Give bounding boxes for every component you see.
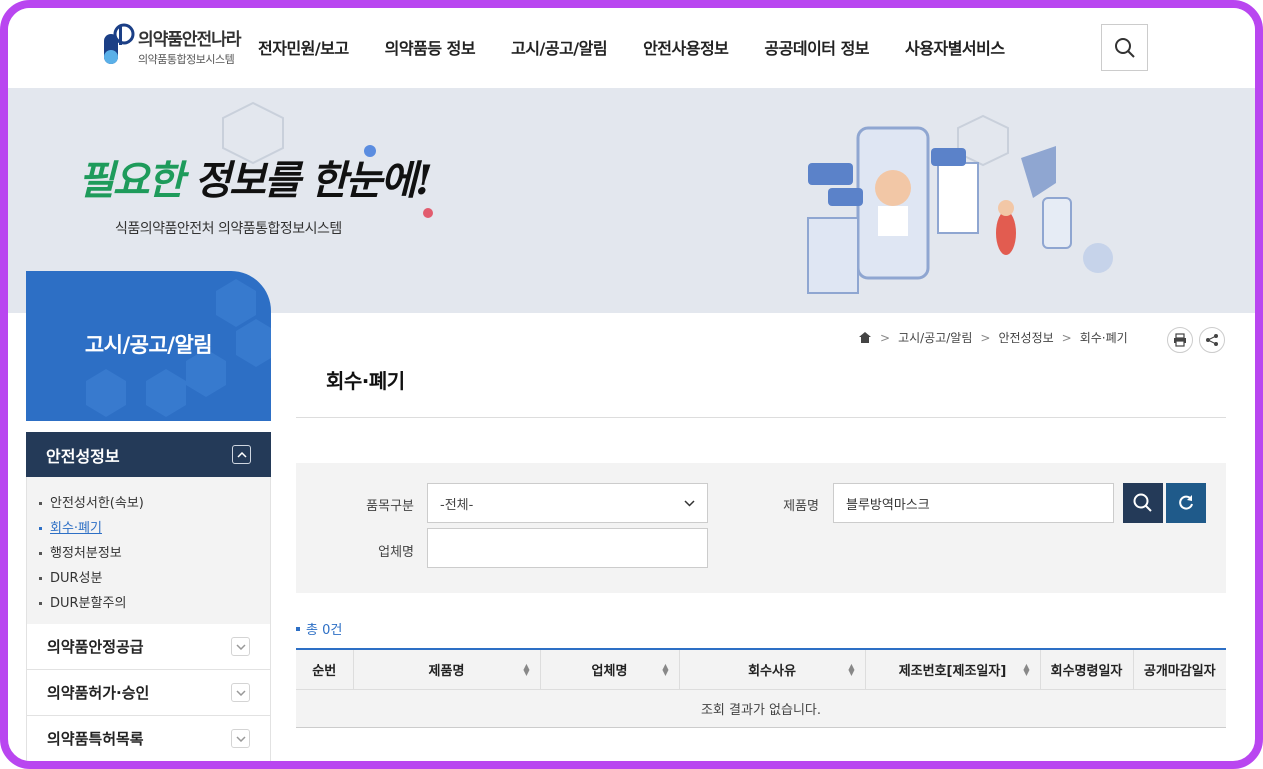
site-logo[interactable]: 의약품안전나라 의약품통합정보시스템: [100, 22, 241, 70]
print-button[interactable]: [1167, 327, 1193, 353]
logo-subtitle: 의약품통합정보시스템: [138, 53, 235, 66]
chevron-down-icon: [231, 683, 250, 702]
company-label: 업체명: [378, 545, 414, 560]
column-header-reason[interactable]: 회수사유 ▲ ▼: [679, 649, 866, 690]
logo-title: 의약품안전나라: [138, 30, 241, 50]
refresh-icon: [1179, 495, 1193, 510]
share-button[interactable]: [1199, 327, 1225, 353]
chevron-up-icon[interactable]: [232, 445, 251, 464]
chevron-down-icon: [231, 729, 250, 748]
category-label: 품목구분: [366, 499, 414, 514]
breadcrumb-item[interactable]: 안전성정보: [998, 329, 1053, 346]
print-icon: [1174, 333, 1186, 347]
column-header-company[interactable]: 업체명 ▲ ▼: [540, 649, 680, 690]
breadcrumb: > 고시/공고/알림 > 안전성정보 > 회수·폐기: [858, 329, 1128, 346]
sidebar-group-approval[interactable]: 의약품허가·승인: [26, 670, 271, 716]
sidebar-item-recall[interactable]: 회수·폐기: [39, 516, 270, 541]
home-icon[interactable]: [858, 331, 872, 344]
app-frame: 의약품안전나라 의약품통합정보시스템 전자민원/보고 의약품등 정보 고시/공고…: [0, 0, 1263, 769]
search-form: 품목구분 -전체- 제품명 블루방역마스크 업체명: [296, 463, 1226, 593]
sidebar-group-patent[interactable]: 의약품특허목록: [26, 716, 271, 761]
nav-item-civil[interactable]: 전자민원/보고: [258, 35, 349, 59]
search-icon: [1133, 493, 1152, 512]
sort-icon: ▲ ▼: [523, 662, 530, 677]
sidebar-heading: 고시/공고/알림: [26, 271, 271, 421]
share-icon: [1206, 334, 1218, 346]
nav-item-public-data[interactable]: 공공데이터 정보: [764, 35, 869, 59]
sidebar-submenu: 안전성서한(속보) 회수·폐기 행정처분정보 DUR성분 DUR분할주의: [26, 477, 271, 624]
header-search-button[interactable]: [1101, 24, 1148, 71]
column-header-order-date: 회수명령일자: [1040, 649, 1134, 690]
chevron-down-icon: [684, 499, 695, 507]
nav-item-drug-info[interactable]: 의약품등 정보: [385, 35, 476, 59]
sort-icon: ▲ ▼: [848, 662, 855, 677]
search-button[interactable]: [1123, 483, 1163, 523]
empty-message: 조회 결과가 없습니다.: [296, 689, 1226, 728]
page-title: 회수·폐기: [326, 369, 405, 393]
sidebar-group-safety-info[interactable]: 안전성정보: [26, 432, 271, 477]
banner-subtitle: 식품의약품안전처 의약품통합정보시스템: [115, 221, 342, 237]
table-row: 조회 결과가 없습니다.: [296, 689, 1226, 728]
column-header-lot[interactable]: 제조번호[제조일자] ▲ ▼: [865, 649, 1041, 690]
banner-title: 필요한 정보를 한눈에!: [78, 157, 433, 204]
product-label: 제품명: [783, 499, 819, 514]
category-select[interactable]: -전체-: [427, 483, 708, 523]
breadcrumb-item[interactable]: 고시/공고/알림: [898, 329, 972, 346]
sidebar-item-dur-ingredient[interactable]: DUR성분: [39, 566, 270, 591]
divider: [296, 417, 1226, 418]
sidebar-menu: 안전성정보 안전성서한(속보) 회수·폐기 행정처분정보 DUR성분 DUR분할…: [26, 432, 271, 761]
column-header-product[interactable]: 제품명 ▲ ▼: [353, 649, 541, 690]
chevron-down-icon: [231, 637, 250, 656]
nav-item-notice[interactable]: 고시/공고/알림: [511, 35, 608, 59]
result-count: 총 0건: [296, 619, 342, 638]
sidebar-group-supply[interactable]: 의약품안정공급: [26, 624, 271, 670]
column-header-close-date: 공개마감일자: [1133, 649, 1226, 690]
column-header-no: 순번: [296, 649, 354, 690]
capsule-logo-icon: [100, 22, 138, 70]
sidebar-item-admin-action[interactable]: 행정처분정보: [39, 541, 270, 566]
sort-icon: ▲ ▼: [1023, 662, 1030, 677]
sort-icon: ▲ ▼: [662, 662, 669, 677]
sidebar-item-safety-letter[interactable]: 안전성서한(속보): [39, 491, 270, 516]
product-name-input[interactable]: 블루방역마스크: [833, 483, 1114, 523]
results-table: 순번 제품명 ▲ ▼ 업체명 ▲ ▼ 회수사유 ▲ ▼ 제조번호[제조일자] ▲ ▼ 회수명령일…: [296, 648, 1226, 728]
company-name-input[interactable]: [427, 528, 708, 568]
breadcrumb-item: 회수·폐기: [1079, 331, 1128, 345]
sidebar-item-dur-split[interactable]: DUR분할주의: [39, 591, 270, 616]
reset-button[interactable]: [1166, 483, 1206, 523]
search-icon: [1114, 37, 1135, 58]
main-nav: 전자민원/보고 의약품등 정보 고시/공고/알림 안전사용정보 공공데이터 정보…: [258, 35, 1041, 59]
nav-item-user-service[interactable]: 사용자별서비스: [905, 35, 1005, 59]
site-header: 의약품안전나라 의약품통합정보시스템 전자민원/보고 의약품등 정보 고시/공고…: [8, 8, 1255, 88]
nav-item-safety[interactable]: 안전사용정보: [643, 35, 729, 59]
